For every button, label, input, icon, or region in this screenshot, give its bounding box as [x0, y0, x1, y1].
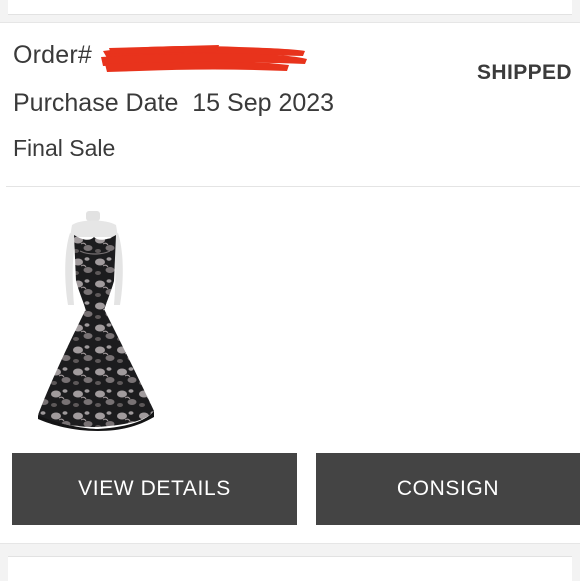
order-header: Order# SHIPPED	[13, 41, 580, 84]
view-details-button[interactable]: VIEW DETAILS	[12, 453, 297, 525]
purchase-date-value: 15 Sep 2023	[192, 89, 335, 117]
order-number-label: Order#	[13, 41, 93, 69]
order-number-redaction	[101, 45, 307, 72]
sale-type-label: Final Sale	[13, 135, 116, 161]
purchase-date-row: Purchase Date 15 Sep 2023	[13, 89, 334, 118]
previous-card	[8, 0, 572, 15]
previous-card-edge	[0, 0, 580, 18]
section-divider	[6, 186, 580, 187]
order-status-badge: SHIPPED	[477, 61, 572, 84]
dress-on-mannequin-image[interactable]	[28, 211, 164, 439]
consign-button[interactable]: CONSIGN	[316, 453, 580, 525]
next-card-edge	[0, 548, 580, 581]
purchase-date-label: Purchase Date	[13, 89, 179, 117]
order-card: Order# SHIPPED Purchase Date 15 Sep 2023…	[0, 22, 580, 544]
next-card	[8, 556, 572, 581]
